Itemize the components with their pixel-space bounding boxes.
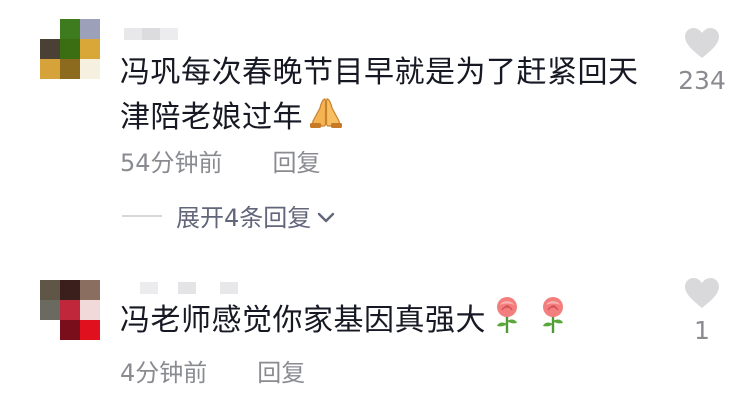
comment-meta: 4分钟前 回复 <box>120 353 305 388</box>
rose-emoji <box>490 296 524 347</box>
reply-button[interactable]: 回复 <box>273 143 321 178</box>
chevron-down-icon <box>317 202 335 230</box>
comment-text: 冯巩每次春晚节目早就是为了赶紧回天津陪老娘过年 <box>120 50 650 142</box>
divider <box>122 214 162 217</box>
comment-text: 冯老师感觉你家基因真强大 <box>120 296 680 347</box>
reply-button[interactable]: 回复 <box>257 353 305 388</box>
comment-item: 冯巩每次春晚节目早就是为了赶紧回天津陪老娘过年 54分钟前 回复 展开4条回复 <box>0 0 750 250</box>
like-button[interactable]: 1 <box>662 276 742 345</box>
comment-text-content: 冯巩每次春晚节目早就是为了赶紧回天津陪老娘过年 <box>120 55 639 135</box>
heart-icon <box>683 278 721 314</box>
comment-list: 冯巩每次春晚节目早就是为了赶紧回天津陪老娘过年 54分钟前 回复 展开4条回复 <box>0 0 750 406</box>
folded-hands-emoji <box>307 95 345 142</box>
username-redacted[interactable] <box>140 282 238 294</box>
like-count: 1 <box>694 316 710 345</box>
like-button[interactable]: 234 <box>662 26 742 95</box>
comment-item: 冯老师感觉你家基因真强大 4分钟前 回复 1 <box>0 262 750 406</box>
like-count: 234 <box>678 66 726 95</box>
comment-text-content: 冯老师感觉你家基因真强大 <box>120 303 486 338</box>
username-redacted[interactable] <box>124 28 178 40</box>
avatar[interactable] <box>40 280 100 340</box>
heart-icon <box>683 28 721 64</box>
comment-time: 4分钟前 <box>120 359 208 387</box>
expand-replies-label: 展开4条回复 <box>176 204 312 232</box>
comment-meta: 54分钟前 回复 <box>120 143 321 178</box>
avatar[interactable] <box>40 19 100 79</box>
rose-emoji <box>536 296 570 347</box>
expand-replies-button[interactable]: 展开4条回复 <box>122 198 335 233</box>
comment-time: 54分钟前 <box>120 149 223 177</box>
